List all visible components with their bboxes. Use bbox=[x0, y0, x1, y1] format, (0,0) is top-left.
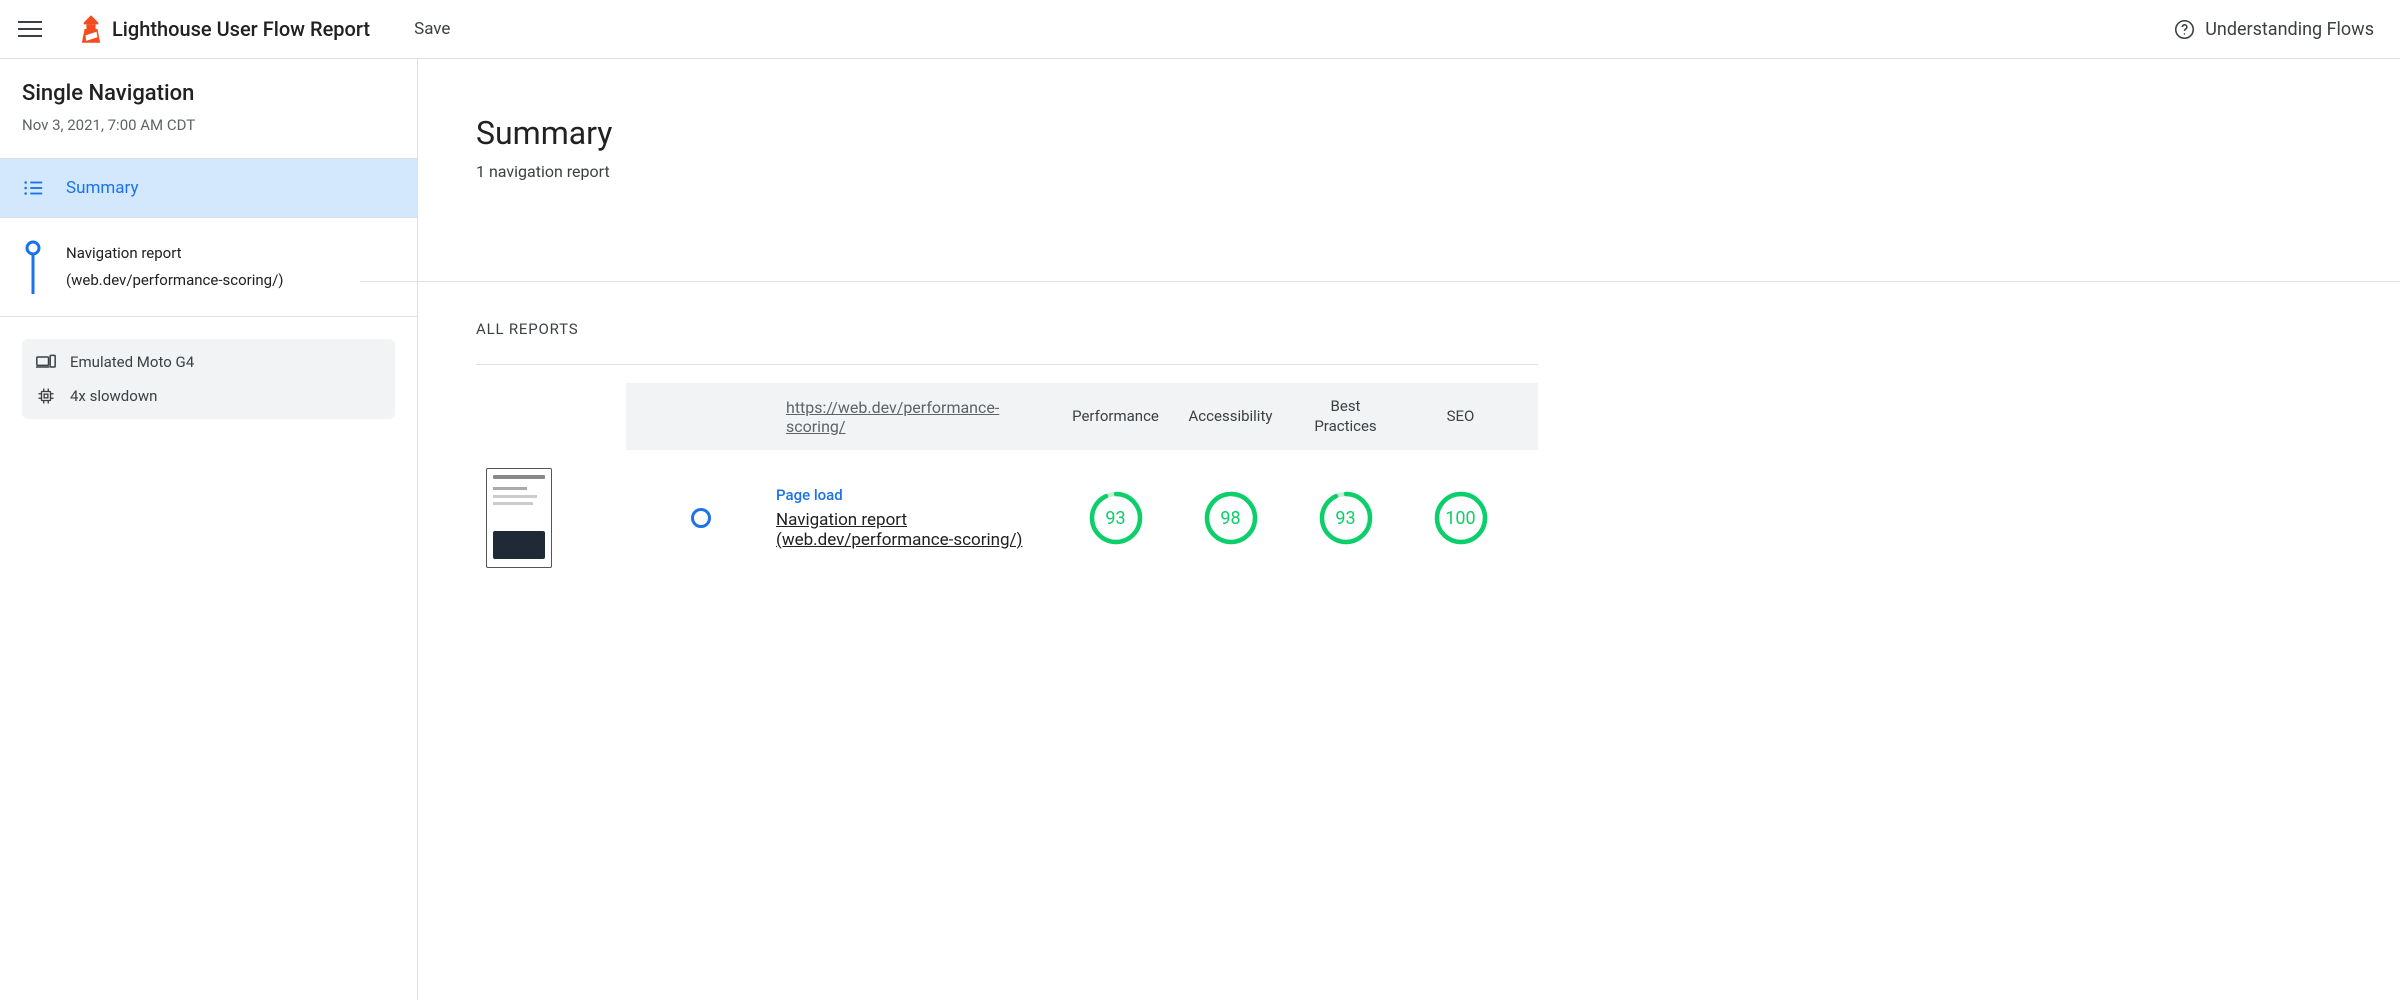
score-value: 93 bbox=[1089, 491, 1143, 545]
report-url-link[interactable]: https://web.dev/performance-scoring/ bbox=[786, 398, 1058, 436]
sidebar-item-navigation-report[interactable]: Navigation report (web.dev/performance-s… bbox=[0, 218, 417, 317]
device-icon bbox=[36, 353, 56, 371]
sidebar: Single Navigation Nov 3, 2021, 7:00 AM C… bbox=[0, 59, 418, 1000]
screenshot-thumbnail[interactable] bbox=[486, 468, 552, 568]
col-accessibility: Accessibility bbox=[1173, 407, 1288, 427]
score-value: 93 bbox=[1319, 491, 1373, 545]
app-title: Lighthouse User Flow Report bbox=[112, 17, 370, 41]
meta-throttle: 4x slowdown bbox=[36, 379, 381, 413]
navigation-marker-icon bbox=[22, 240, 44, 294]
all-reports-label: ALL REPORTS bbox=[476, 320, 1538, 338]
page-heading: Summary bbox=[476, 114, 1538, 152]
meta-throttle-label: 4x slowdown bbox=[70, 387, 157, 405]
page-load-label: Page load bbox=[776, 486, 1058, 504]
help-circle-icon bbox=[2174, 19, 2195, 40]
main-content: Summary 1 navigation report ALL REPORTS … bbox=[418, 59, 2400, 1000]
sidebar-item-summary[interactable]: Summary bbox=[0, 159, 417, 218]
cpu-icon bbox=[36, 387, 56, 405]
sidebar-header: Single Navigation Nov 3, 2021, 7:00 AM C… bbox=[0, 59, 417, 159]
score-value: 100 bbox=[1434, 491, 1488, 545]
summary-label: Summary bbox=[66, 178, 138, 198]
page-subheading: 1 navigation report bbox=[476, 162, 1538, 181]
table-row: Page load Navigation report (web.dev/per… bbox=[476, 450, 1538, 586]
understanding-flows-label: Understanding Flows bbox=[2205, 19, 2374, 40]
meta-device: Emulated Moto G4 bbox=[36, 345, 381, 379]
list-icon bbox=[22, 177, 44, 199]
nav-report-line2: (web.dev/performance-scoring/) bbox=[66, 267, 283, 294]
col-seo: SEO bbox=[1403, 407, 1518, 427]
table-header-row: https://web.dev/performance-scoring/ Per… bbox=[626, 383, 1538, 450]
navigation-step-icon bbox=[691, 508, 711, 528]
gauge-performance[interactable]: 93 bbox=[1089, 491, 1143, 545]
gauge-best-practices[interactable]: 93 bbox=[1319, 491, 1373, 545]
topbar: Lighthouse User Flow Report Save Underst… bbox=[0, 0, 2400, 59]
gauge-seo[interactable]: 100 bbox=[1434, 491, 1488, 545]
nav-report-line1: Navigation report bbox=[66, 240, 283, 267]
reports-table: https://web.dev/performance-scoring/ Per… bbox=[476, 383, 1538, 586]
lighthouse-logo-icon bbox=[80, 15, 102, 43]
flow-title: Single Navigation bbox=[22, 81, 395, 106]
understanding-flows-link[interactable]: Understanding Flows bbox=[2174, 19, 2374, 40]
hamburger-menu-button[interactable] bbox=[18, 17, 42, 41]
report-title-link[interactable]: Navigation report (web.dev/performance-s… bbox=[776, 510, 1022, 550]
meta-device-label: Emulated Moto G4 bbox=[70, 353, 194, 371]
sidebar-meta-box: Emulated Moto G4 4x slowdown bbox=[22, 339, 395, 419]
col-best-practices: Best Practices bbox=[1288, 397, 1403, 436]
score-value: 98 bbox=[1204, 491, 1258, 545]
col-performance: Performance bbox=[1058, 407, 1173, 427]
save-button[interactable]: Save bbox=[414, 19, 450, 39]
gauge-accessibility[interactable]: 98 bbox=[1204, 491, 1258, 545]
flow-datetime: Nov 3, 2021, 7:00 AM CDT bbox=[22, 116, 395, 134]
